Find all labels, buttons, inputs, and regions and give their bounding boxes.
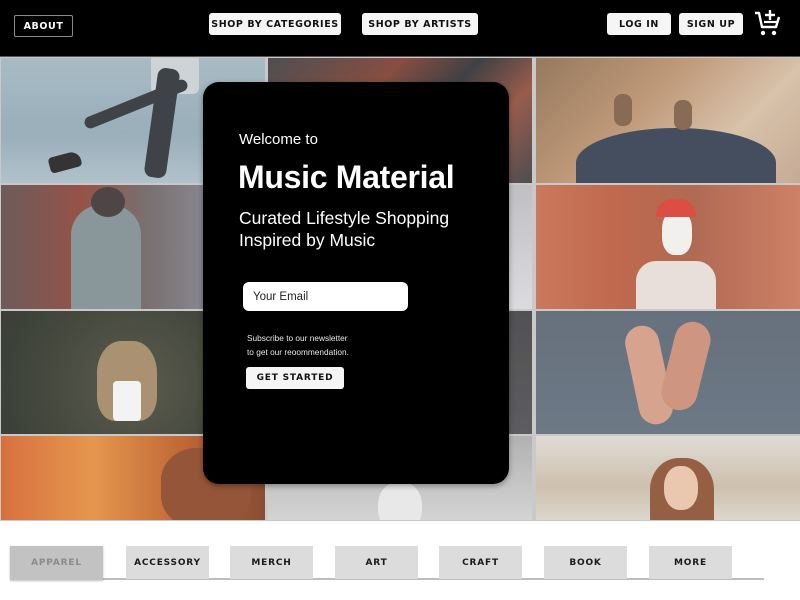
tab-apparel[interactable]: APPAREL	[10, 546, 103, 580]
tagline: Curated Lifestyle Shopping Inspired by M…	[239, 208, 450, 250]
get-started-button[interactable]: GET STARTED	[246, 367, 344, 389]
newsletter-description: Subscribe to our newsletter to get our r…	[247, 331, 349, 359]
shop-by-artists-button[interactable]: SHOP BY ARTISTS	[362, 13, 478, 35]
newsletter-line-2: to get our reoommendation.	[247, 347, 349, 357]
gallery-photo	[536, 58, 800, 183]
tab-craft[interactable]: CRAFT	[439, 546, 522, 579]
hero-card: Welcome to Music Material Curated Lifest…	[203, 82, 509, 484]
sign-up-button[interactable]: SIGN UP	[679, 13, 743, 35]
shop-by-categories-button[interactable]: SHOP BY CATEGORIES	[209, 13, 341, 35]
add-to-cart-icon[interactable]	[752, 9, 782, 37]
tab-art[interactable]: ART	[335, 546, 418, 579]
gallery-photo	[536, 185, 800, 309]
welcome-text: Welcome to	[239, 131, 318, 148]
tab-merch[interactable]: MERCH	[230, 546, 313, 579]
top-navigation-bar: ABOUT SHOP BY CATEGORIES SHOP BY ARTISTS…	[0, 0, 800, 57]
tab-more[interactable]: MORE	[649, 546, 732, 579]
about-button[interactable]: ABOUT	[14, 15, 73, 37]
gallery-photo	[536, 311, 800, 434]
brand-title: Music Material	[238, 159, 455, 195]
tab-accessory[interactable]: ACCESSORY	[126, 546, 209, 579]
log-in-button[interactable]: LOG IN	[607, 13, 671, 35]
newsletter-line-1: Subscribe to our newsletter	[247, 333, 348, 343]
tab-book[interactable]: BOOK	[544, 546, 627, 579]
gallery-photo	[536, 436, 800, 520]
email-input[interactable]	[243, 282, 408, 311]
